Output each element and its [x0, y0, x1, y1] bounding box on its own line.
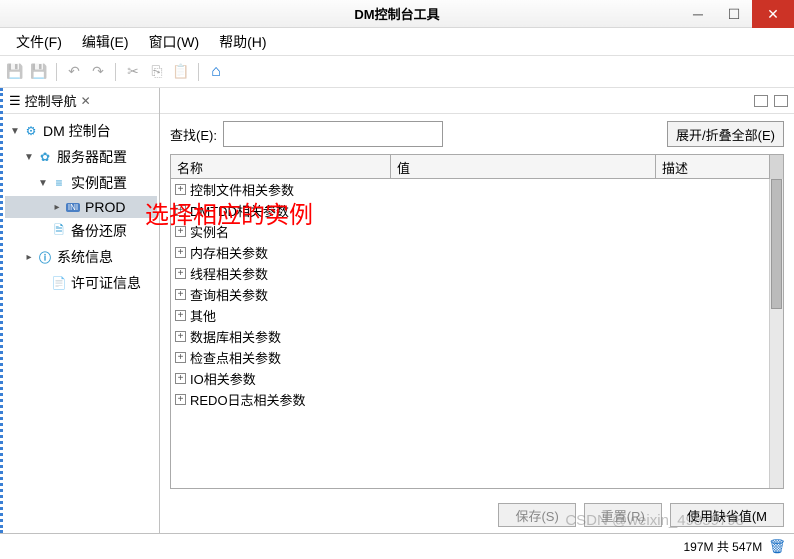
paste-icon[interactable]: 📋 — [172, 63, 190, 81]
nav-title: 控制导航 — [25, 91, 77, 110]
nav-header: ☰ 控制导航 ✕ — [3, 88, 159, 114]
default-button[interactable]: 使用缺省值(M — [670, 503, 784, 527]
close-button[interactable]: ✕ — [752, 0, 794, 28]
col-desc[interactable]: 描述 — [656, 155, 783, 178]
plus-icon[interactable]: + — [175, 184, 186, 195]
table-row[interactable]: +数据库相关参数 — [171, 326, 783, 347]
save-button[interactable]: 保存(S) — [498, 503, 575, 527]
plus-icon[interactable]: + — [175, 247, 186, 258]
expand-collapse-button[interactable]: 展开/折叠全部(E) — [667, 121, 784, 147]
undo-icon[interactable]: ↶ — [65, 63, 83, 81]
menu-file[interactable]: 文件(F) — [8, 28, 70, 56]
col-value[interactable]: 值 — [391, 155, 656, 178]
plus-icon[interactable]: + — [175, 352, 186, 363]
menu-edit[interactable]: 编辑(E) — [74, 28, 137, 56]
titlebar: DM控制台工具 ─ ☐ ✕ — [0, 0, 794, 28]
table-row[interactable]: +检查点相关参数 — [171, 347, 783, 368]
workspace: ☰ 控制导航 ✕ ▼⚙DM 控制台 ▼✿服务器配置 ▼≡实例配置 ▸INIPRO… — [0, 88, 794, 533]
plus-icon[interactable]: + — [175, 331, 186, 342]
plus-icon[interactable]: + — [175, 289, 186, 300]
gear-icon: ⚙ — [23, 123, 39, 139]
table-row[interactable]: +其他 — [171, 305, 783, 326]
nav-tree: ▼⚙DM 控制台 ▼✿服务器配置 ▼≡实例配置 ▸INIPROD 🗎备份还原 ▸… — [3, 114, 159, 533]
separator — [115, 63, 116, 81]
separator — [56, 63, 57, 81]
menubar: 文件(F) 编辑(E) 窗口(W) 帮助(H) — [0, 28, 794, 56]
plus-icon[interactable]: + — [175, 205, 186, 216]
list-icon: ≡ — [51, 175, 67, 191]
search-label: 查找(E): — [170, 125, 217, 144]
table-row[interactable]: +IO相关参数 — [171, 368, 783, 389]
home-icon[interactable]: ⌂ — [207, 63, 225, 81]
copy-icon[interactable]: ⎘ — [148, 63, 166, 81]
tree-node-instance-config[interactable]: ▼≡实例配置 — [5, 170, 157, 196]
memory-status: 197M 共 547M — [684, 538, 763, 555]
scrollbar[interactable] — [769, 179, 783, 488]
save-all-icon[interactable]: 💾 — [30, 63, 48, 81]
info-icon: ⓘ — [37, 249, 53, 265]
table-row[interactable]: +查询相关参数 — [171, 284, 783, 305]
plus-icon[interactable]: + — [175, 310, 186, 321]
separator — [198, 63, 199, 81]
table-header: 名称 值 描述 — [171, 155, 783, 179]
tree-node-root[interactable]: ▼⚙DM 控制台 — [5, 118, 157, 144]
tree-node-system-info[interactable]: ▸ⓘ系统信息 — [5, 244, 157, 270]
col-name[interactable]: 名称 — [171, 155, 391, 178]
maximize-button[interactable]: ☐ — [716, 0, 752, 28]
nav-panel: ☰ 控制导航 ✕ ▼⚙DM 控制台 ▼✿服务器配置 ▼≡实例配置 ▸INIPRO… — [0, 88, 160, 533]
search-row: 查找(E): 展开/折叠全部(E) — [160, 114, 794, 154]
minimize-button[interactable]: ─ — [680, 0, 716, 28]
main-header — [160, 88, 794, 114]
backup-icon: 🗎 — [51, 223, 67, 239]
statusbar: 197M 共 547M 🗑 — [0, 533, 794, 559]
redo-icon[interactable]: ↷ — [89, 63, 107, 81]
table-row[interactable]: +实例名 — [171, 221, 783, 242]
main-panel: 查找(E): 展开/折叠全部(E) 名称 值 描述 +控制文件相关参数 +DMT… — [160, 88, 794, 533]
server-icon: ✿ — [37, 149, 53, 165]
table-row[interactable]: +线程相关参数 — [171, 263, 783, 284]
plus-icon[interactable]: + — [175, 373, 186, 384]
maximize-view-icon[interactable] — [774, 95, 788, 107]
ini-icon: INI — [65, 199, 81, 215]
table-body: +控制文件相关参数 +DMTDD相关参数 +实例名 +内存相关参数 +线程相关参… — [171, 179, 783, 488]
table-row[interactable]: +DMTDD相关参数 — [171, 200, 783, 221]
minimize-view-icon[interactable] — [754, 95, 768, 107]
tree-node-backup[interactable]: 🗎备份还原 — [5, 218, 157, 244]
tree-node-license[interactable]: 📄许可证信息 — [5, 270, 157, 296]
toolbar: 💾 💾 ↶ ↷ ✂ ⎘ 📋 ⌂ — [0, 56, 794, 88]
param-table: 名称 值 描述 +控制文件相关参数 +DMTDD相关参数 +实例名 +内存相关参… — [170, 154, 784, 489]
save-icon[interactable]: 💾 — [6, 63, 24, 81]
search-input[interactable] — [223, 121, 443, 147]
plus-icon[interactable]: + — [175, 394, 186, 405]
menu-help[interactable]: 帮助(H) — [211, 28, 274, 56]
plus-icon[interactable]: + — [175, 226, 186, 237]
nav-icon: ☰ — [9, 93, 21, 109]
menu-window[interactable]: 窗口(W) — [141, 28, 208, 56]
button-row: 保存(S) 重置(R) 使用缺省值(M — [160, 497, 794, 533]
tree-node-server-config[interactable]: ▼✿服务器配置 — [5, 144, 157, 170]
tree-node-prod[interactable]: ▸INIPROD — [5, 196, 157, 218]
table-row[interactable]: +控制文件相关参数 — [171, 179, 783, 200]
table-row[interactable]: +内存相关参数 — [171, 242, 783, 263]
table-row[interactable]: +REDO日志相关参数 — [171, 389, 783, 410]
trash-icon[interactable]: 🗑 — [768, 538, 786, 555]
scrollbar-thumb[interactable] — [771, 179, 782, 309]
plus-icon[interactable]: + — [175, 268, 186, 279]
window-title: DM控制台工具 — [354, 4, 439, 23]
reset-button[interactable]: 重置(R) — [584, 503, 662, 527]
window-controls: ─ ☐ ✕ — [680, 0, 794, 28]
certificate-icon: 📄 — [51, 275, 67, 291]
nav-close-icon[interactable]: ✕ — [81, 94, 91, 108]
cut-icon[interactable]: ✂ — [124, 63, 142, 81]
table-corner — [769, 155, 783, 179]
